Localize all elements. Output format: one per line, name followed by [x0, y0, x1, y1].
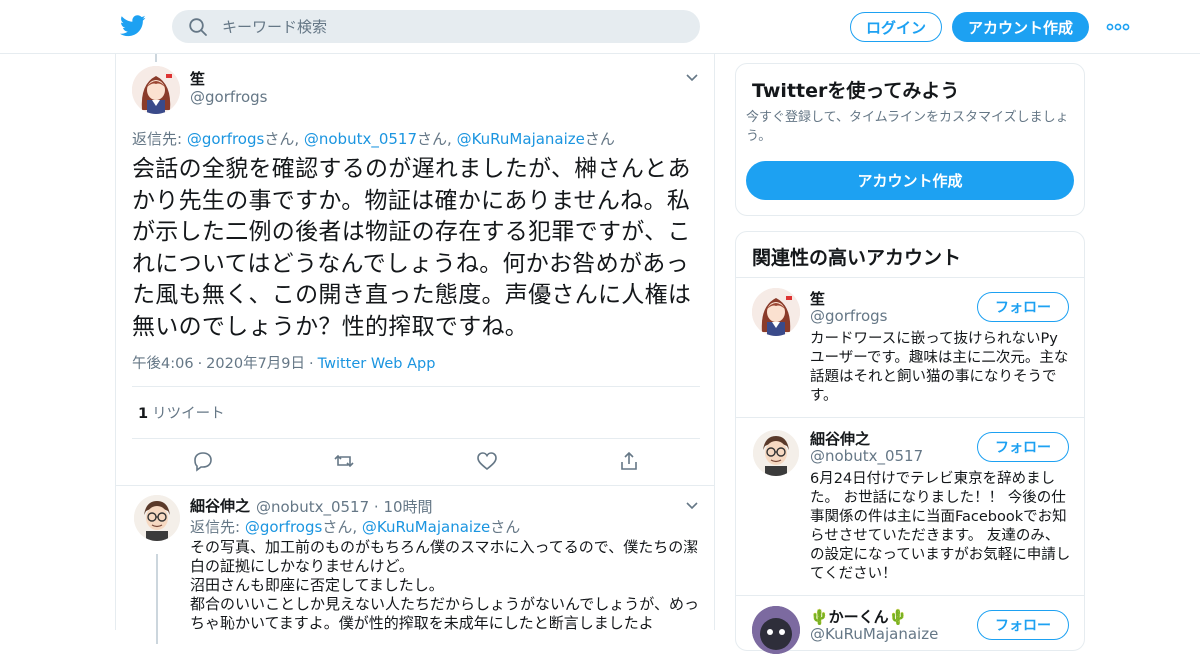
account-handle[interactable]: @KuRuMajanaize — [810, 625, 938, 643]
reply-icon[interactable] — [192, 450, 214, 472]
search-input[interactable] — [222, 10, 682, 43]
mention-link[interactable]: @KuRuMajanaize — [457, 130, 585, 148]
reply-to-line: 返信先: @gorfrogsさん, @nobutx_0517さん, @KuRuM… — [132, 128, 615, 149]
tweet-text: 会話の全貌を確認するのが遅れましたが、榊さんとあかり先生の事ですか。物証は確かに… — [132, 156, 692, 340]
avatar[interactable] — [752, 288, 800, 336]
follow-button[interactable]: フォロー — [977, 610, 1069, 640]
retweet-icon[interactable] — [333, 450, 355, 472]
thread-connector — [156, 554, 158, 644]
glasses-man-avatar-icon — [753, 430, 799, 476]
tweet-source-link[interactable]: Twitter Web App — [318, 356, 436, 372]
account-bio: 6月24日付けでテレビ東京を辞めました。 お世話になりました！！ 今後の仕事関係… — [810, 471, 1071, 582]
avatar[interactable] — [752, 606, 800, 654]
related-accounts-card: 関連性の高いアカウント 笙 @gorfrogs フォロー カードワースに嵌って抜… — [735, 231, 1085, 654]
reply-author-handle-time[interactable]: @nobutx_0517 · 10時間 — [256, 496, 433, 517]
share-icon[interactable] — [618, 450, 640, 472]
heart-icon[interactable] — [476, 450, 498, 472]
divider — [116, 485, 714, 486]
mention-link[interactable]: @KuRuMajanaize — [362, 518, 490, 536]
reply-to-label: 返信先: — [132, 130, 187, 148]
signup-card-title: Twitterを使ってみよう — [752, 80, 960, 102]
reply-to-suffix: さん, — [322, 518, 362, 536]
avatar[interactable] — [134, 495, 180, 541]
reply-to-suffix: さん, — [264, 130, 304, 148]
avatar[interactable] — [132, 66, 180, 114]
search-box[interactable] — [172, 10, 700, 43]
account-name[interactable]: 笙 — [810, 288, 825, 309]
reply-to-suffix: さん — [584, 130, 615, 148]
reply-to-label: 返信先: — [190, 518, 245, 536]
signup-button[interactable]: アカウント作成 — [952, 12, 1089, 42]
tweet-metadata: 午後4:06 · 2020年7月9日 · Twitter Web App — [132, 352, 435, 373]
author-handle[interactable]: @gorfrogs — [190, 88, 268, 106]
tweet-time[interactable]: 午後4:06 — [132, 356, 194, 372]
chevron-down-icon[interactable] — [684, 70, 700, 86]
retweet-count: 1 — [138, 406, 149, 422]
follow-button[interactable]: フォロー — [977, 432, 1069, 462]
signup-card-button[interactable]: アカウント作成 — [746, 161, 1074, 200]
account-handle[interactable]: @nobutx_0517 — [810, 447, 923, 465]
account-handle[interactable]: @gorfrogs — [810, 307, 888, 325]
account-bio: カードワースに嵌って抜けられないPyユーザーです。趣味は主に二次元。主な話題はそ… — [810, 331, 1069, 404]
tweet-actions — [116, 446, 716, 476]
more-dots-icon[interactable] — [1106, 18, 1130, 36]
account-item[interactable]: 細谷伸之 @nobutx_0517 フォロー 6月24日付けでテレビ東京を辞めま… — [736, 417, 1084, 595]
cartoon-avatar-icon — [752, 606, 800, 654]
anime-girl-avatar-icon — [132, 66, 180, 114]
divider — [132, 438, 700, 439]
search-icon — [189, 18, 207, 36]
signup-card-description: 今すぐ登録して、タイムラインをカスタマイズしましょう。 — [746, 110, 1069, 144]
meta-separator: · — [197, 356, 203, 372]
reply-to-line: 返信先: @gorfrogsさん, @KuRuMajanaizeさん — [190, 516, 520, 537]
thread-connector — [155, 54, 157, 62]
reply-text-line: 沼田さんも即座に否定してましたし。 — [190, 576, 444, 594]
account-name[interactable]: 🌵かーくん🌵 — [810, 606, 907, 627]
reply-to-suffix: さん, — [417, 130, 457, 148]
mention-link[interactable]: @gorfrogs — [187, 130, 265, 148]
account-name[interactable]: 細谷伸之 — [810, 428, 870, 449]
mention-link[interactable]: @gorfrogs — [245, 518, 323, 536]
reply-to-suffix: さん — [490, 518, 521, 536]
account-item[interactable]: 笙 @gorfrogs フォロー カードワースに嵌って抜けられないPyユーザーで… — [736, 277, 1084, 417]
mention-link[interactable]: @nobutx_0517 — [304, 130, 417, 148]
account-item[interactable]: 🌵かーくん🌵 @KuRuMajanaize フォロー — [736, 595, 1084, 654]
reply-text-line: その写真、加工前のものがもちろん僕のスマホに入ってるので、僕たちの潔白の証拠にし… — [190, 538, 699, 575]
avatar[interactable] — [753, 430, 799, 476]
divider — [132, 386, 700, 387]
glasses-man-avatar-icon — [134, 495, 180, 541]
reply-text: その写真、加工前のものがもちろん僕のスマホに入ってるので、僕たちの潔白の証拠にし… — [190, 538, 700, 633]
tweet-date[interactable]: 2020年7月9日 — [206, 356, 305, 372]
follow-button[interactable]: フォロー — [977, 292, 1069, 322]
anime-girl-avatar-icon — [752, 288, 800, 336]
related-accounts-title: 関連性の高いアカウント — [752, 247, 962, 269]
login-button[interactable]: ログイン — [850, 12, 942, 42]
author-name[interactable]: 笙 — [190, 68, 205, 89]
retweet-stats[interactable]: 1 リツイート — [138, 402, 225, 423]
signup-card: Twitterを使ってみよう 今すぐ登録して、タイムラインをカスタマイズしましょ… — [735, 63, 1085, 216]
reply-text-line: 都合のいいことしか見えない人たちだからしょうがないんでしょうが、めっちゃ恥かいて… — [190, 595, 699, 632]
chevron-down-icon[interactable] — [684, 498, 700, 514]
reply-author-name[interactable]: 細谷伸之 — [190, 495, 250, 516]
meta-separator: · — [309, 356, 314, 372]
tweet-column: 笙 @gorfrogs 返信先: @gorfrogsさん, @nobutx_05… — [115, 54, 716, 644]
retweet-label: リツイート — [152, 406, 225, 422]
top-navigation-bar: ログイン アカウント作成 — [0, 0, 1200, 54]
twitter-bird-icon[interactable] — [120, 14, 146, 38]
